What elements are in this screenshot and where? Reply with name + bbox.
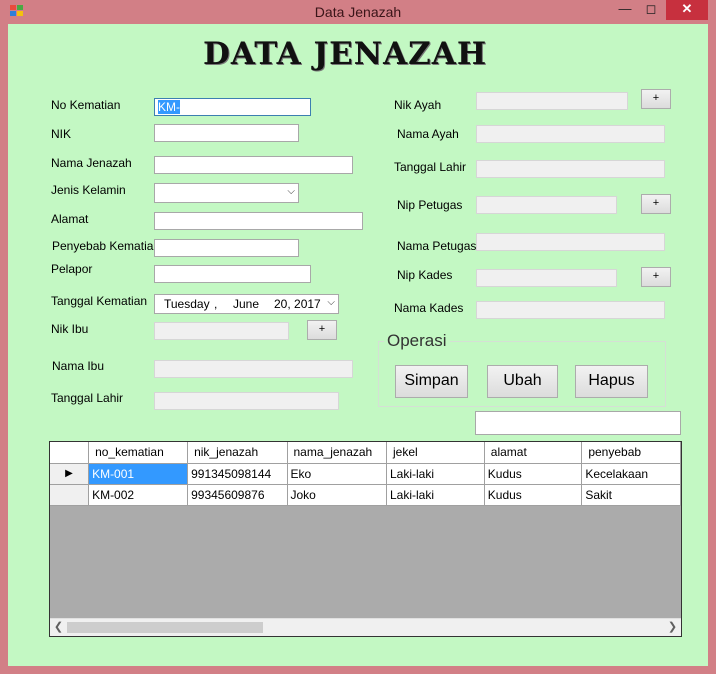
alamat-input[interactable] <box>154 212 363 230</box>
nama-ayah-label: Nama Ayah <box>397 127 459 141</box>
nama-petugas-input[interactable] <box>476 233 665 251</box>
nip-kades-label: Nip Kades <box>397 268 453 282</box>
window-title: Data Jenazah <box>314 4 402 20</box>
table-cell[interactable]: Kudus <box>484 484 583 506</box>
page-title: DATA JENAZAH <box>203 36 488 72</box>
nik-ibu-input[interactable] <box>154 322 289 340</box>
tanggal-lahir-ibu-label: Tanggal Lahir <box>51 391 124 405</box>
nama-petugas-label: Nama Petugas <box>397 239 477 253</box>
table-cell[interactable]: Kudus <box>484 463 583 485</box>
horizontal-scrollbar[interactable]: ❮ ❯ <box>50 618 681 636</box>
maximize-icon[interactable]: ◻ <box>640 0 662 20</box>
jenis-kelamin-select[interactable]: ⌵ <box>154 183 299 203</box>
nama-kades-input[interactable] <box>476 301 665 319</box>
no-kematian-label: No Kematian <box>51 98 121 112</box>
table-cell[interactable]: Laki-laki <box>386 463 485 485</box>
nama-ibu-label: Nama Ibu <box>52 359 105 373</box>
nik-label: NIK <box>51 127 72 141</box>
tanggal-lahir-ibu-input[interactable] <box>154 392 339 410</box>
table-cell[interactable]: KM-002 <box>88 484 189 506</box>
data-table: no_kematian nik_jenazah nama_jenazah jek… <box>50 442 681 506</box>
nik-ayah-label: Nik Ayah <box>394 98 442 112</box>
chevron-down-icon: ⌵ <box>327 297 335 308</box>
row-header-cell[interactable]: ▶ <box>50 463 90 485</box>
table-cell[interactable]: Sakit <box>581 484 681 506</box>
nik-input[interactable] <box>154 124 299 142</box>
no-kematian-value: KM- <box>158 100 180 114</box>
nik-ayah-input[interactable] <box>476 92 628 110</box>
no-kematian-input[interactable]: KM- <box>154 98 311 116</box>
pelapor-label: Pelapor <box>51 262 93 276</box>
nama-jenazah-label: Nama Jenazah <box>51 156 132 170</box>
scroll-right-icon[interactable]: ❯ <box>664 619 681 636</box>
tanggal-lahir-ayah-input[interactable] <box>476 160 665 178</box>
close-icon[interactable]: ✕ <box>666 0 708 20</box>
table-cell[interactable]: Kecelakaan <box>581 463 681 485</box>
table-row[interactable]: KM-002 99345609876 Joko Laki-laki Kudus … <box>50 484 681 506</box>
nip-petugas-label: Nip Petugas <box>397 198 463 212</box>
lookup-nip-kades-button[interactable]: + <box>641 267 671 287</box>
column-header[interactable]: alamat <box>484 442 583 464</box>
scroll-left-icon[interactable]: ❮ <box>50 619 67 636</box>
row-header-cell[interactable] <box>50 484 90 506</box>
table-row[interactable]: ▶ KM-001 991345098144 Eko Laki-laki Kudu… <box>50 463 681 485</box>
nama-ayah-input[interactable] <box>476 125 665 143</box>
jenis-kelamin-label: Jenis Kelamin <box>51 183 126 197</box>
table-cell[interactable]: 991345098144 <box>187 463 288 485</box>
search-input[interactable] <box>475 411 681 435</box>
minimize-icon[interactable]: — <box>614 0 636 20</box>
ubah-button[interactable]: Ubah <box>487 365 558 398</box>
column-header[interactable]: nama_jenazah <box>287 442 387 464</box>
form-area: DATA JENAZAH No Kematian KM- NIK Nama Je… <box>8 24 708 666</box>
date-day: Tuesday <box>164 297 210 311</box>
alamat-label: Alamat <box>51 212 89 226</box>
title-bar[interactable]: Data Jenazah — ◻ ✕ <box>0 0 716 24</box>
column-header[interactable]: no_kematian <box>88 442 189 464</box>
nama-ibu-input[interactable] <box>154 360 353 378</box>
penyebab-kematian-input[interactable] <box>154 239 299 257</box>
lookup-nik-ibu-button[interactable]: + <box>307 320 337 340</box>
column-header[interactable]: nik_jenazah <box>187 442 288 464</box>
nama-kades-label: Nama Kades <box>394 301 464 315</box>
data-grid[interactable]: no_kematian nik_jenazah nama_jenazah jek… <box>49 441 682 637</box>
date-month: June <box>233 297 260 311</box>
nip-kades-input[interactable] <box>476 269 617 287</box>
table-cell[interactable]: Eko <box>287 463 387 485</box>
nama-jenazah-input[interactable] <box>154 156 353 174</box>
operasi-title: Operasi <box>384 331 450 351</box>
table-cell[interactable]: Joko <box>287 484 387 506</box>
chevron-down-icon: ⌵ <box>287 186 295 197</box>
column-header[interactable]: penyebab <box>581 442 681 464</box>
column-header[interactable]: jekel <box>386 442 485 464</box>
scrollbar-thumb[interactable] <box>67 622 263 633</box>
nik-ibu-label: Nik Ibu <box>51 322 89 336</box>
table-cell[interactable]: 99345609876 <box>187 484 288 506</box>
triangle-right-icon: ▶ <box>65 468 73 479</box>
table-cell[interactable]: Laki-laki <box>386 484 485 506</box>
hapus-button[interactable]: Hapus <box>575 365 648 398</box>
pelapor-input[interactable] <box>154 265 311 283</box>
lookup-nik-ayah-button[interactable]: + <box>641 89 671 109</box>
simpan-button[interactable]: Simpan <box>395 365 468 398</box>
penyebab-kematian-label: Penyebab Kematian <box>52 239 161 253</box>
tanggal-kematian-datepicker[interactable]: Tuesday , June 20, 2017 ⌵ <box>154 294 339 314</box>
tanggal-lahir-ayah-label: Tanggal Lahir <box>394 160 467 174</box>
table-cell[interactable]: KM-001 <box>88 463 189 485</box>
lookup-nip-petugas-button[interactable]: + <box>641 194 671 214</box>
table-header-row: no_kematian nik_jenazah nama_jenazah jek… <box>50 442 681 464</box>
date-day-year: 20, 2017 <box>274 297 321 311</box>
tanggal-kematian-label: Tanggal Kematian <box>51 294 148 308</box>
app-window: Data Jenazah — ◻ ✕ DATA JENAZAH No Kemat… <box>0 0 716 674</box>
corner-header-cell[interactable] <box>50 442 90 464</box>
nip-petugas-input[interactable] <box>476 196 617 214</box>
